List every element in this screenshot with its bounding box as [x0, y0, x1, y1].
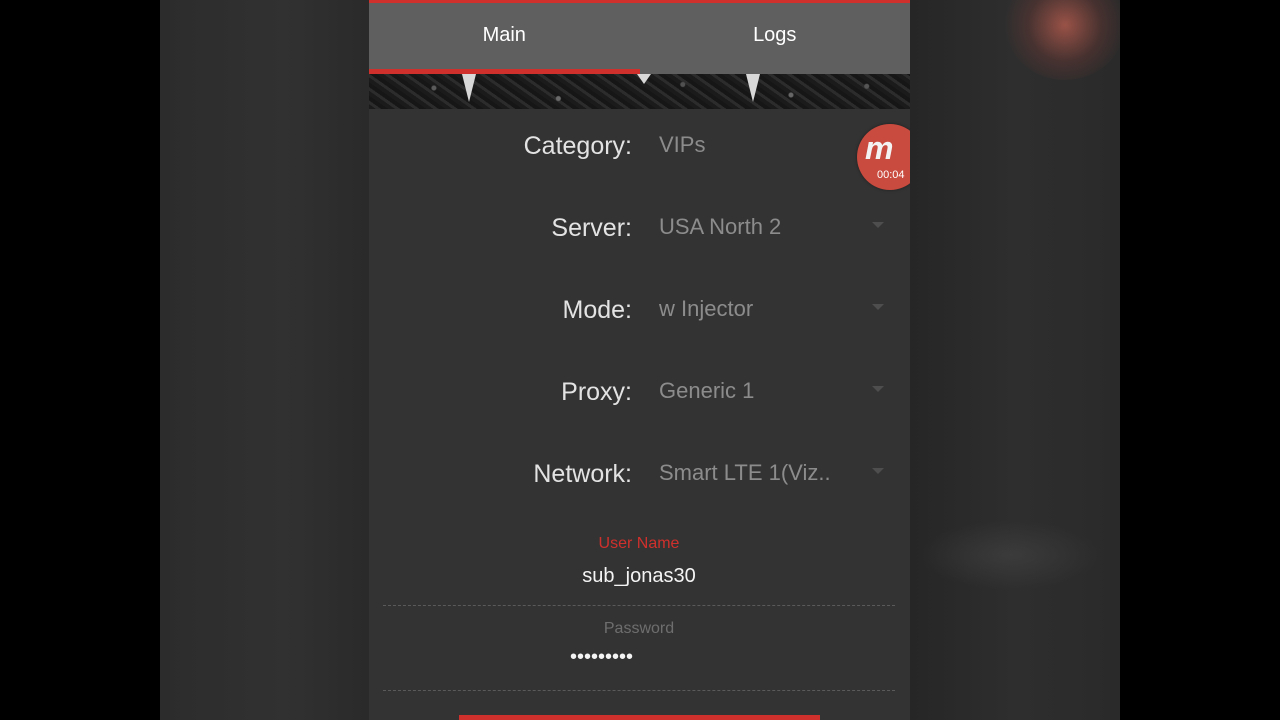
- dropdown-arrow-icon[interactable]: [872, 222, 884, 228]
- network-value: Smart LTE 1(Viz..: [659, 460, 831, 485]
- header-banner-image: [369, 74, 910, 109]
- blurred-backdrop-right: [910, 0, 1120, 720]
- proxy-label: Proxy:: [561, 378, 632, 406]
- tab-logs-label: Logs: [753, 24, 797, 46]
- proxy-value: Generic 1: [659, 378, 755, 403]
- banner-spike-decoration: [746, 74, 760, 102]
- dropdown-arrow-icon[interactable]: [872, 386, 884, 392]
- server-value: USA North 2: [659, 214, 782, 239]
- username-underline: [383, 605, 895, 606]
- recorder-logo-icon: m: [865, 130, 893, 166]
- banner-spike-decoration: [462, 74, 476, 102]
- network-label: Network:: [533, 460, 632, 488]
- username-label: User Name: [598, 535, 680, 552]
- mode-value: w Injector: [659, 296, 754, 321]
- dropdown-arrow-icon[interactable]: [872, 304, 884, 310]
- app-screen: Main Logs Category: VIPs Server: USA Nor…: [369, 0, 910, 720]
- password-underline: [383, 690, 895, 691]
- screen-recorder-bubble[interactable]: m 00:04: [857, 124, 910, 190]
- blurred-backdrop-left: [160, 0, 369, 720]
- recorder-timer: 00:04: [877, 169, 905, 181]
- tab-bar: Main Logs: [369, 0, 910, 74]
- tab-main[interactable]: Main: [369, 3, 640, 74]
- password-input[interactable]: •••••••••: [383, 646, 895, 670]
- blurred-shape: [920, 520, 1100, 590]
- proxy-select[interactable]: Proxy: Generic 1: [369, 372, 910, 412]
- letterbox-right: [1120, 0, 1280, 720]
- dropdown-arrow-icon[interactable]: [872, 468, 884, 474]
- letterbox-left: [0, 0, 160, 720]
- password-label: Password: [603, 620, 675, 637]
- tab-main-label: Main: [482, 24, 526, 46]
- blurred-recorder-reflection: [1005, 0, 1120, 80]
- connect-button[interactable]: [459, 715, 820, 720]
- password-field[interactable]: Password •••••••••: [383, 620, 895, 692]
- tab-logs[interactable]: Logs: [640, 3, 911, 74]
- category-row[interactable]: Category: VIPs: [369, 126, 910, 166]
- banner-spike-decoration: [637, 74, 651, 84]
- username-field[interactable]: User Name sub_jonas30: [383, 535, 895, 607]
- network-select[interactable]: Network: Smart LTE 1(Viz..: [369, 454, 910, 494]
- username-input[interactable]: sub_jonas30: [383, 565, 895, 589]
- mode-select[interactable]: Mode: w Injector: [369, 290, 910, 330]
- category-label: Category:: [523, 132, 632, 160]
- server-select[interactable]: Server: USA North 2: [369, 208, 910, 248]
- category-value: VIPs: [659, 132, 706, 157]
- mode-label: Mode:: [562, 296, 632, 324]
- server-label: Server:: [551, 214, 632, 242]
